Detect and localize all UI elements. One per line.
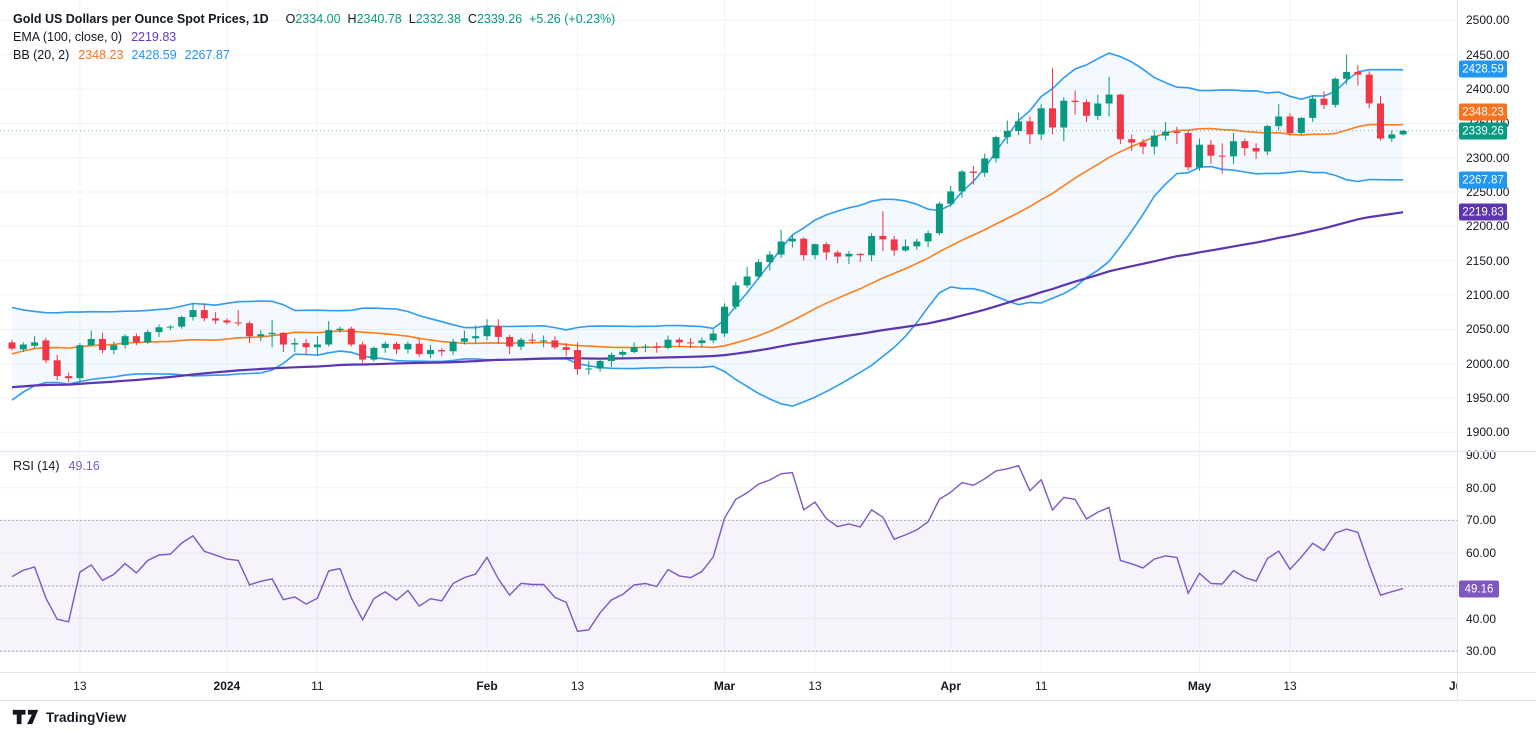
candle xyxy=(1116,93,1124,144)
rsi-axis-label: 60.00 xyxy=(1466,546,1497,561)
candle xyxy=(144,330,152,344)
change-value: +5.26 (+0.23%) xyxy=(529,12,616,26)
price-axis-label: 1950.00 xyxy=(1466,391,1510,406)
candle xyxy=(347,326,355,347)
time-axis-label: 11 xyxy=(1034,679,1048,693)
close-value: 2339.26 xyxy=(476,12,523,26)
candle xyxy=(76,343,84,383)
time-axis-label: 11 xyxy=(311,679,324,693)
tradingview-chart-window: 2500.002450.002400.002350.002300.002250.… xyxy=(0,0,1536,736)
candle xyxy=(777,229,785,258)
candle xyxy=(1263,124,1271,155)
tradingview-logo-icon xyxy=(12,709,39,725)
price-axis-label: 2500.00 xyxy=(1466,13,1510,28)
price-scale[interactable]: 2500.002450.002400.002350.002300.002250.… xyxy=(1457,0,1536,700)
time-axis-label: 13 xyxy=(1283,679,1297,693)
time-axis-label: Jun xyxy=(1449,679,1457,693)
price-axis-label: 2150.00 xyxy=(1466,253,1510,268)
low-value: 2332.38 xyxy=(415,12,461,26)
rsi-axis-label: 70.00 xyxy=(1466,513,1497,528)
time-axis-label: 2024 xyxy=(213,679,241,693)
ema-price-badge: 2219.83 xyxy=(1459,203,1507,221)
bb-lower-price-badge: 2267.87 xyxy=(1459,171,1507,189)
symbol-legend-row[interactable]: Gold US Dollars per Ounce Spot Prices, 1… xyxy=(13,10,615,28)
price-axis-label: 2300.00 xyxy=(1466,150,1510,165)
price-axis-label: 2100.00 xyxy=(1466,288,1510,303)
candle xyxy=(1331,77,1339,108)
bb-basis-value: 2348.23 xyxy=(78,48,124,62)
time-axis-label: 13 xyxy=(808,679,822,693)
ema-legend-row[interactable]: EMA (100, close, 0) 2219.83 xyxy=(13,28,615,46)
price-axis-label: 2400.00 xyxy=(1466,82,1510,97)
candle xyxy=(1184,130,1192,171)
rsi-pane xyxy=(0,464,1457,652)
candle xyxy=(732,282,740,310)
bb-upper-price-badge: 2428.59 xyxy=(1459,60,1507,78)
open-label: O xyxy=(285,12,296,26)
time-axis-label: Apr xyxy=(940,679,962,693)
candle xyxy=(42,337,50,363)
ema-value: 2219.83 xyxy=(131,30,177,44)
symbol-title: Gold US Dollars per Ounce Spot Prices, 1… xyxy=(13,12,269,26)
footer-brand[interactable]: TradingView xyxy=(12,706,126,728)
rsi-legend-row[interactable]: RSI (14) 49.16 xyxy=(13,459,100,473)
candle xyxy=(1286,113,1294,136)
ema-indicator-title: EMA (100, close, 0) xyxy=(13,30,123,44)
pane-divider[interactable] xyxy=(0,451,1536,452)
time-axis-divider xyxy=(0,672,1536,673)
rsi-indicator-title: RSI (14) xyxy=(13,459,60,473)
candle xyxy=(935,201,943,236)
time-scale[interactable]: 13 2024 11 Feb 13 Mar 13 Apr 11 May 13 Jun xyxy=(0,672,1457,700)
candle xyxy=(743,266,751,289)
price-pane xyxy=(0,52,1457,407)
time-axis-label: Feb xyxy=(476,679,498,693)
price-axis-label: 1900.00 xyxy=(1466,425,1510,440)
time-axis-label: May xyxy=(1187,679,1212,693)
bb-lower-value: 2267.87 xyxy=(184,48,230,62)
bb-basis-price-badge: 2348.23 xyxy=(1459,103,1507,121)
candle xyxy=(947,185,955,207)
candle xyxy=(359,341,367,363)
bb-upper-value: 2428.59 xyxy=(131,48,177,62)
candle xyxy=(1297,117,1305,136)
rsi-axis-label: 80.00 xyxy=(1466,480,1497,495)
bottom-border xyxy=(0,700,1536,701)
price-axis-label: 2000.00 xyxy=(1466,356,1510,371)
last-price-badge: 2339.26 xyxy=(1459,122,1507,140)
price-axis-label: 2050.00 xyxy=(1466,322,1510,337)
bb-fill-area xyxy=(12,53,1404,407)
rsi-axis-label: 40.00 xyxy=(1466,611,1497,626)
time-axis-label: 13 xyxy=(570,679,585,693)
candle xyxy=(1365,71,1373,109)
chart-canvas[interactable] xyxy=(0,0,1457,700)
price-scale-border xyxy=(1457,0,1458,700)
price-axis-label: 2200.00 xyxy=(1466,219,1510,234)
rsi-axis-label: 30.00 xyxy=(1466,644,1497,659)
high-label: H xyxy=(347,12,357,26)
bb-indicator-title: BB (20, 2) xyxy=(13,48,70,62)
bb-legend-row[interactable]: BB (20, 2) 2348.23 2428.59 2267.87 xyxy=(13,46,615,64)
time-axis-label: Mar xyxy=(713,679,736,693)
rsi-value: 49.16 xyxy=(68,459,100,473)
rsi-value-badge: 49.16 xyxy=(1459,580,1499,598)
high-value: 2340.78 xyxy=(356,12,402,26)
open-value: 2334.00 xyxy=(295,12,341,26)
candle xyxy=(755,259,762,280)
close-label: C xyxy=(467,12,477,26)
candle xyxy=(370,346,378,362)
low-label: L xyxy=(408,12,416,26)
time-axis-label: 13 xyxy=(73,679,87,693)
candle xyxy=(721,303,728,337)
chart-legend: Gold US Dollars per Ounce Spot Prices, 1… xyxy=(13,10,615,64)
brand-name: TradingView xyxy=(46,709,127,725)
